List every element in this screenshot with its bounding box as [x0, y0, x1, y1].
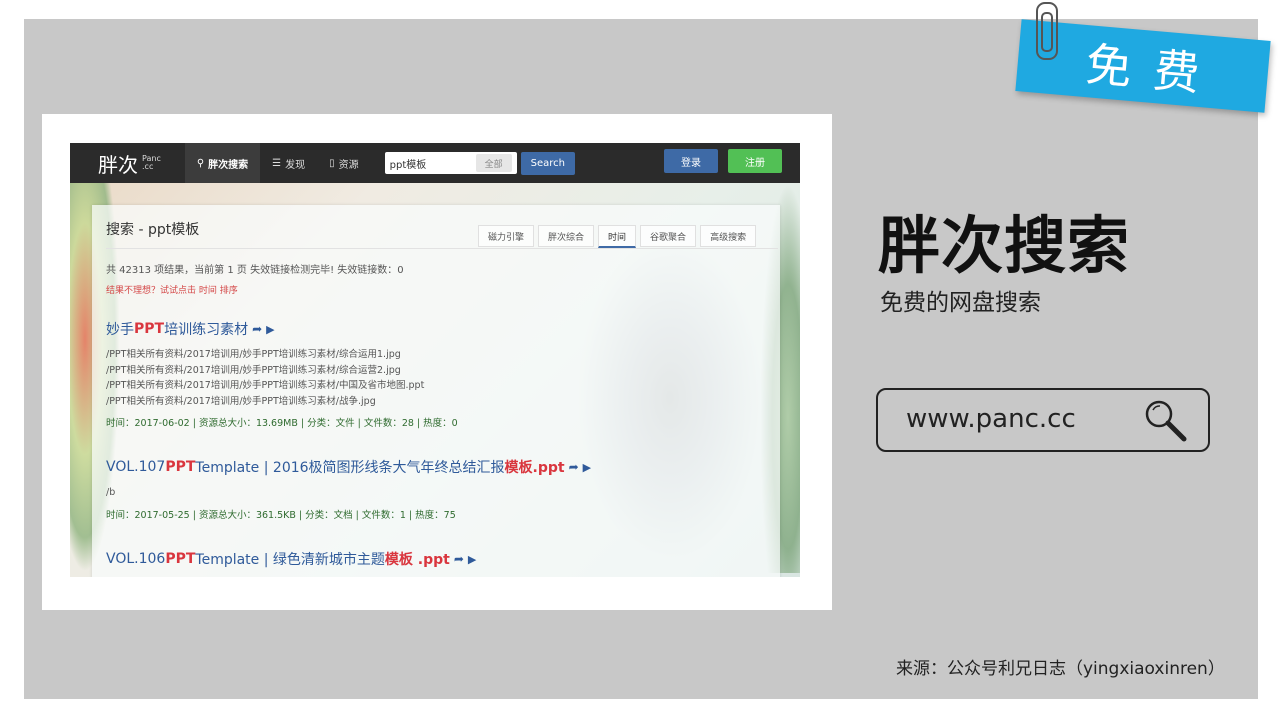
- search-icon: ⚲: [196, 157, 205, 169]
- play-icon[interactable]: ▶: [468, 553, 476, 566]
- result-meta: 时间：2017-05-25 | 资源总大小：361.5KB | 分类：文档 | …: [106, 509, 456, 521]
- result-title-highlight: 模板 .ppt: [384, 552, 450, 568]
- results-panel: 搜索 - ppt模板 磁力引擎 胖次综合 时间 谷歌聚合 高级搜索 共 4231…: [92, 205, 780, 577]
- result-title-text: 培训练习素材: [164, 322, 249, 338]
- search-input[interactable]: [384, 152, 476, 174]
- file-icon: ▯: [329, 157, 335, 169]
- search-field: 全部: [384, 152, 517, 174]
- nav-item-discover[interactable]: ☰ 发现: [260, 143, 317, 183]
- result-title[interactable]: VOL.106 PPT Template | 绿色清新城市主题 模板 .ppt ➦…: [106, 549, 476, 569]
- source-note: 来源：公众号利兄日志（yingxiaoxinren）: [896, 659, 1225, 679]
- site-logo-small: Panc .cc: [142, 154, 161, 171]
- site-logo[interactable]: 胖次 Panc .cc: [98, 149, 161, 178]
- result-file-list: /PPT相关所有资料/2017培训用/妙手PPT培训练习素材/综合运用1.jpg…: [106, 347, 458, 409]
- play-icon[interactable]: ▶: [583, 461, 591, 474]
- result-title-text: VOL.106: [106, 551, 166, 567]
- result-file: /PPT相关所有资料/2017培训用/妙手PPT培训练习素材/综合运用1.jpg: [106, 349, 401, 360]
- result-title-highlight: 模板.ppt: [504, 460, 565, 476]
- site-logo-text: 胖次: [98, 152, 138, 177]
- result-title-text: 妙手: [106, 322, 134, 338]
- result-item: VOL.107 PPT Template | 2016极简图形线条大气年终总结汇…: [106, 457, 591, 521]
- result-file: /PPT相关所有资料/2017培训用/妙手PPT培训练习素材/中国及省市地图.p…: [106, 380, 425, 391]
- search-button[interactable]: Search: [520, 151, 576, 175]
- nav-item-label: 发现: [285, 159, 306, 171]
- tab-google[interactable]: 谷歌聚合: [640, 225, 697, 247]
- result-title-highlight: PPT: [165, 551, 196, 567]
- website-screenshot: 胖次 Panc.cc ⚲ 胖次搜索 ☰ 发现 ▯ 资源 全部 Search 登录…: [70, 143, 800, 577]
- tab-advanced[interactable]: 高级搜索: [700, 225, 757, 247]
- result-file: /b: [106, 487, 116, 498]
- result-file: /PPT相关所有资料/2017培训用/妙手PPT培训练习素材/战争.jpg: [106, 395, 376, 407]
- result-summary: 共 42313 项结果，当前第 1 页 失效链接检测完毕! 失效链接数：0: [106, 265, 404, 276]
- slide-title: 胖次搜索: [878, 209, 1131, 282]
- nav-item-label: 资源: [338, 159, 359, 171]
- result-title-highlight: PPT: [134, 321, 165, 337]
- result-title[interactable]: VOL.107 PPT Template | 2016极简图形线条大气年终总结汇…: [106, 457, 591, 477]
- nav-item-search[interactable]: ⚲ 胖次搜索: [184, 143, 261, 183]
- slide-subtitle: 免费的网盘搜索: [880, 290, 1041, 316]
- tab-general[interactable]: 胖次综合: [538, 225, 595, 247]
- result-file: /PPT相关所有资料/2017培训用/妙手PPT培训练习素材/综合运营2.jpg: [106, 364, 401, 376]
- panel-title: 搜索 - ppt模板: [106, 222, 200, 238]
- result-title-text: VOL.107: [106, 459, 166, 475]
- result-title-text: Template | 绿色清新城市主题: [195, 552, 385, 568]
- magnifier-icon: [1145, 400, 1187, 442]
- tab-divider: [106, 248, 778, 249]
- share-icon[interactable]: ➦: [454, 552, 464, 566]
- play-icon[interactable]: ▶: [266, 323, 274, 336]
- nav-item-label: 胖次搜索: [208, 159, 249, 171]
- result-title[interactable]: 妙手 PPT 培训练习素材 ➦ ▶: [106, 319, 458, 339]
- list-icon: ☰: [272, 157, 282, 169]
- url-search-box: www.panc.cc: [876, 388, 1210, 452]
- sort-hint[interactable]: 结果不理想？试试点击 时间 排序: [106, 283, 238, 296]
- sort-tabs: 磁力引擎 胖次综合 时间 谷歌聚合 高级搜索: [478, 225, 760, 248]
- share-icon[interactable]: ➦: [569, 460, 579, 474]
- result-item: VOL.106 PPT Template | 绿色清新城市主题 模板 .ppt ➦…: [106, 549, 476, 569]
- nav-item-resources[interactable]: ▯ 资源: [317, 143, 371, 183]
- tab-time[interactable]: 时间: [598, 225, 637, 248]
- result-file-list: /b: [106, 485, 591, 501]
- url-text: www.panc.cc: [906, 404, 1076, 434]
- result-meta: 时间：2017-06-02 | 资源总大小：13.69MB | 分类：文件 | …: [106, 418, 458, 429]
- result-title-text: Template | 2016极简图形线条大气年终总结汇报: [195, 460, 505, 476]
- login-button[interactable]: 登录: [664, 149, 718, 173]
- navbar: 胖次 Panc.cc ⚲ 胖次搜索 ☰ 发现 ▯ 资源 全部 Search 登录…: [70, 143, 800, 183]
- search-scope-select[interactable]: 全部: [475, 154, 512, 172]
- result-item: 妙手 PPT 培训练习素材 ➦ ▶ /PPT相关所有资料/2017培训用/妙手PPT…: [106, 319, 458, 429]
- free-tag-label: 免费: [1083, 37, 1224, 103]
- tab-magnet[interactable]: 磁力引擎: [478, 225, 535, 247]
- result-title-highlight: PPT: [165, 459, 196, 475]
- paperclip-icon: [1036, 2, 1058, 60]
- register-button[interactable]: 注册: [728, 149, 782, 173]
- share-icon[interactable]: ➦: [252, 322, 262, 336]
